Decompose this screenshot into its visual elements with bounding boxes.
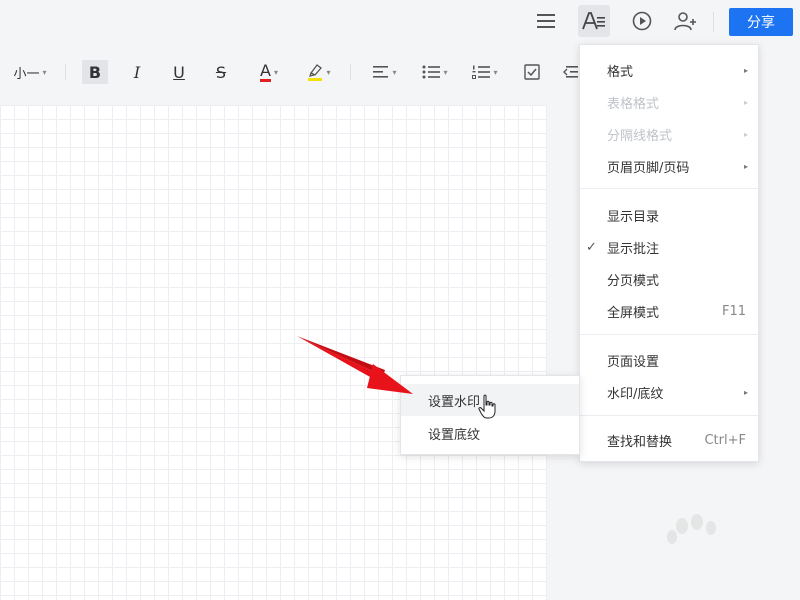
menu-item-fullscreen[interactable]: 全屏模式 F11: [580, 296, 758, 326]
bullet-list-icon: [422, 65, 441, 79]
hand-cursor-icon: [478, 394, 496, 419]
font-size-value: 小一: [13, 66, 40, 82]
menu-item-label: 水印/底纹: [607, 386, 664, 402]
menu-item-label: 全屏模式: [607, 305, 660, 321]
chevron-right-icon: ▸: [743, 129, 748, 139]
numbered-list-icon: [472, 65, 491, 79]
submenu-item-label: 设置底纹: [428, 427, 481, 443]
menu-divider: [580, 188, 758, 189]
highlight-icon: [308, 64, 323, 81]
bullet-list-button[interactable]: ▾: [418, 60, 452, 84]
highlight-button[interactable]: ▾: [302, 60, 336, 84]
menu-item-find-replace[interactable]: 查找和替换 Ctrl+F: [580, 425, 758, 455]
shortcut-label: Ctrl+F: [704, 432, 746, 448]
menu-item-format[interactable]: 格式 ▸: [580, 55, 758, 85]
shortcut-label: F11: [721, 303, 746, 319]
text-format-icon[interactable]: [578, 5, 610, 37]
play-icon[interactable]: [626, 5, 658, 37]
divider: [713, 12, 714, 32]
menu-icon[interactable]: [530, 5, 562, 37]
document-canvas[interactable]: [0, 105, 547, 600]
chevron-down-icon: ▾: [273, 67, 278, 77]
checkbox-icon: [524, 64, 540, 80]
numbered-list-button[interactable]: ▾: [468, 60, 502, 84]
font-color-icon: A: [260, 61, 271, 82]
outdent-icon: [563, 66, 578, 78]
menu-item-page-setup[interactable]: 页面设置: [580, 345, 758, 375]
paw-watermark-icon: [667, 514, 716, 544]
chevron-down-icon: ▾: [42, 67, 47, 77]
task-list-button[interactable]: [520, 60, 544, 84]
menu-item-label: 页眉页脚/页码: [607, 160, 690, 176]
chevron-down-icon: ▾: [326, 67, 331, 77]
share-button[interactable]: 分享: [729, 8, 793, 36]
outdent-button[interactable]: [560, 60, 580, 84]
add-user-icon[interactable]: [670, 5, 702, 37]
menu-divider: [580, 334, 758, 335]
menu-item-label: 查找和替换: [607, 434, 673, 450]
menu-item-show-toc[interactable]: 显示目录: [580, 200, 758, 230]
menu-item-label: 显示目录: [607, 209, 660, 225]
menu-item-label: 格式: [607, 64, 634, 80]
menu-item-label: 分页模式: [607, 273, 660, 289]
chevron-down-icon: ▾: [493, 67, 498, 77]
chevron-right-icon: ▸: [743, 161, 748, 171]
italic-button[interactable]: I: [124, 60, 150, 84]
align-button[interactable]: ▾: [368, 60, 402, 84]
bold-button[interactable]: B: [82, 60, 108, 84]
font-color-button[interactable]: A ▾: [252, 60, 286, 84]
chevron-right-icon: ▸: [743, 387, 748, 397]
menu-divider: [580, 415, 758, 416]
menu-item-label: 表格格式: [607, 96, 660, 112]
align-left-icon: [373, 66, 389, 78]
divider: [350, 64, 351, 80]
font-size-select[interactable]: 小一 ▾: [8, 60, 52, 84]
menu-item-watermark[interactable]: 水印/底纹 ▸: [580, 377, 758, 407]
chevron-right-icon: ▸: [743, 97, 748, 107]
chevron-down-icon: ▾: [443, 67, 448, 77]
divider: [65, 64, 66, 80]
chevron-right-icon: ▸: [743, 65, 748, 75]
submenu-item-label: 设置水印: [428, 394, 481, 410]
menu-item-table-format: 表格格式 ▸: [580, 87, 758, 117]
strikethrough-button[interactable]: S: [208, 60, 234, 84]
menu-item-divider-format: 分隔线格式 ▸: [580, 119, 758, 149]
submenu-item-set-shading[interactable]: 设置底纹: [401, 417, 579, 449]
menu-item-show-comments[interactable]: ✓ 显示批注: [580, 232, 758, 262]
chevron-down-icon: ▾: [392, 67, 397, 77]
menu-item-label: 显示批注: [607, 241, 660, 257]
underline-button[interactable]: U: [166, 60, 192, 84]
check-icon: ✓: [586, 239, 597, 255]
top-bar: 分享: [0, 0, 800, 46]
annotation-arrow-icon: [297, 336, 413, 394]
menu-item-label: 分隔线格式: [607, 128, 673, 144]
menu-item-label: 页面设置: [607, 354, 660, 370]
menu-item-page-mode[interactable]: 分页模式: [580, 264, 758, 294]
menu-item-header-footer[interactable]: 页眉页脚/页码 ▸: [580, 151, 758, 181]
text-format-menu: 格式 ▸ 表格格式 ▸ 分隔线格式 ▸ 页眉页脚/页码 ▸ 显示目录 ✓ 显示批…: [579, 44, 759, 462]
